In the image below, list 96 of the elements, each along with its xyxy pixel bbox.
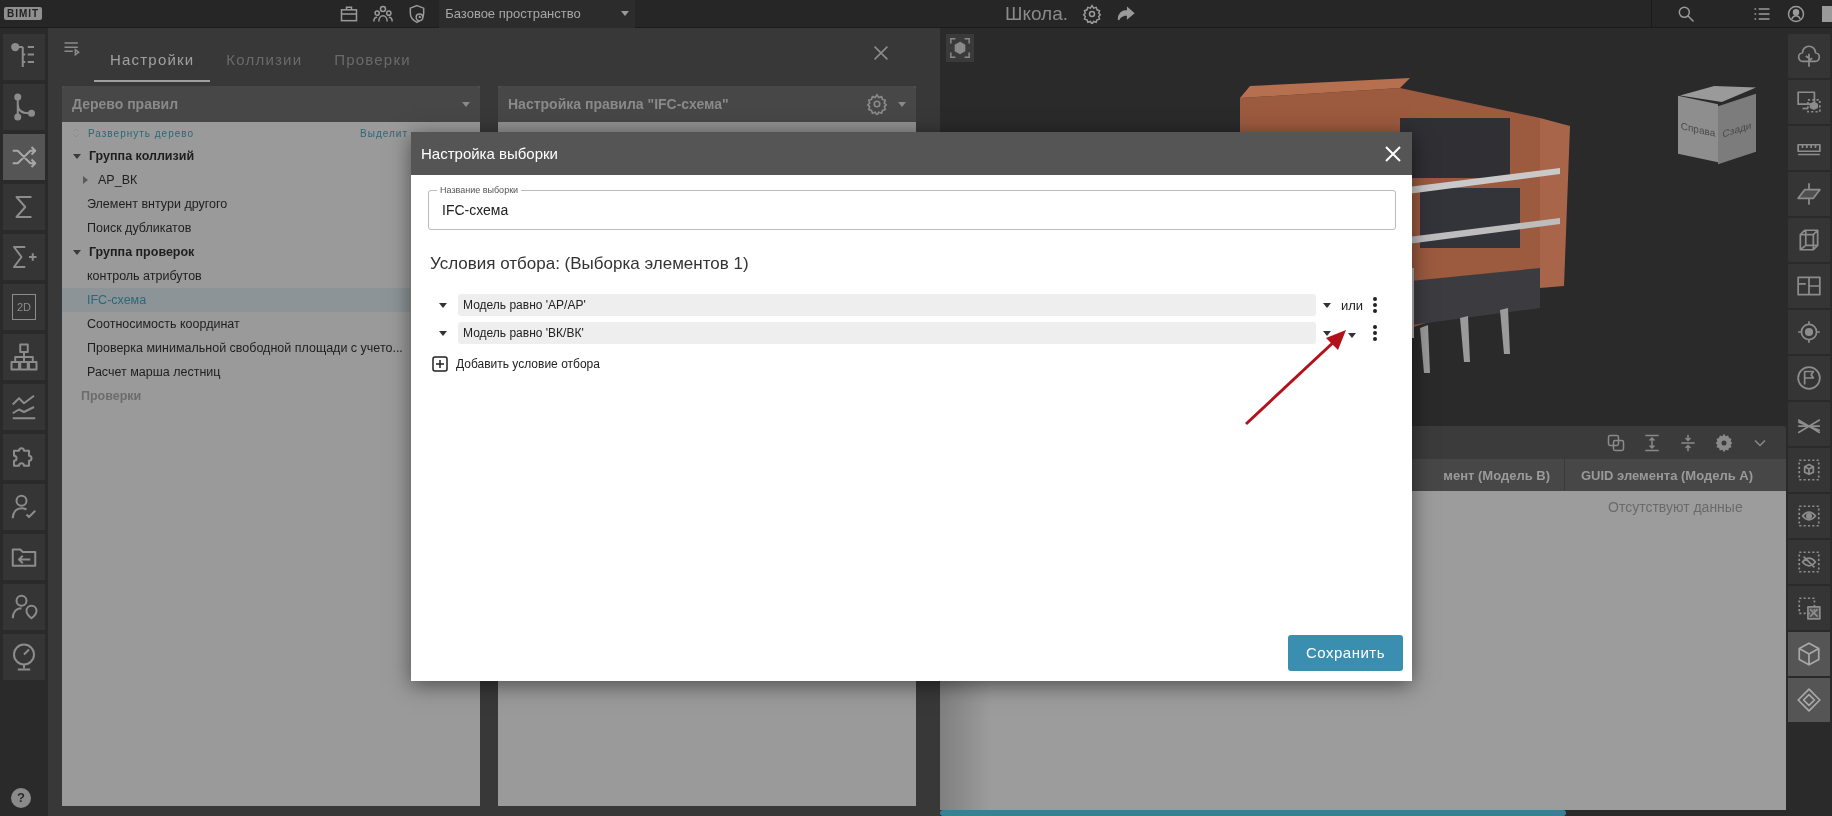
section-box-icon [1796,227,1822,253]
diamond-icon [1796,687,1822,713]
tool-button[interactable] [1788,126,1830,170]
tool-button[interactable] [3,34,45,80]
hierarchy-icon [9,342,39,372]
flag-icon [1796,365,1822,391]
cube-icon [1796,641,1822,667]
caret-icon [898,101,906,107]
tool-button[interactable] [1788,80,1830,124]
operator-dropdown[interactable]: или [1340,297,1364,313]
tree-item[interactable]: АР_ВК [62,168,410,192]
focus-button[interactable] [946,34,974,62]
dashed-eye-off-icon [1796,549,1822,575]
workspace-dropdown[interactable]: Базовое пространство [439,0,636,28]
condition-field[interactable]: Модель равно 'ВК/ВК' [458,322,1316,344]
tool-button[interactable] [1788,678,1830,722]
dialog-title: Настройка выборки [421,145,558,162]
dropdown-caret-icon [1348,332,1356,338]
tree-item[interactable]: Проверка минимальной свободной площади с учето... [62,336,410,360]
tool-button[interactable] [3,234,45,280]
tree-item[interactable]: Элемент внтури другого [62,192,410,216]
sheet-2d-icon: 2D [12,294,36,320]
dropdown-caret-icon [1323,330,1331,336]
tool-button[interactable] [1788,632,1830,676]
save-button[interactable]: Сохранить [1288,635,1403,671]
caret-icon [462,101,470,107]
tree-item[interactable]: Соотносимость координат [62,312,410,336]
caret-icon [73,153,81,159]
tree-item[interactable]: Расчет марша лестниц [62,360,410,384]
tool-button[interactable] [3,484,45,530]
section-plane-icon [1796,181,1822,207]
focus-icon [949,37,971,59]
caret-right-icon [82,176,88,184]
add-box-icon[interactable] [432,356,448,372]
panel-title: Дерево правил [72,96,179,112]
help-button[interactable]: ? [11,788,31,808]
screen-cube-icon [1796,89,1822,115]
tool-button[interactable]: 2D [3,284,45,330]
column-header: GUID элемента (Модель A) [1580,466,1753,485]
field-label: Название выборки [437,184,522,196]
tool-button[interactable] [1788,586,1830,630]
user-pin-icon [9,592,39,622]
tool-button[interactable] [1788,218,1830,262]
target-icon [1796,319,1822,345]
tree-item[interactable]: Группа коллизий [62,144,410,168]
cloud-tree-icon [1796,43,1822,69]
add-condition-link[interactable]: Добавить условие отбора [456,357,600,371]
user-sync-icon[interactable] [1786,4,1806,24]
close-icon[interactable] [1384,144,1402,163]
tool-button[interactable] [1788,356,1830,400]
tree-item[interactable]: Группа проверок [62,240,410,264]
search-icon[interactable] [1676,4,1696,24]
tool-button[interactable] [3,84,45,130]
copy-icon[interactable] [1606,432,1626,453]
caret-icon [621,11,630,16]
tab[interactable]: Настройки [94,51,211,82]
settings-icon[interactable] [1082,4,1103,24]
tool-button[interactable] [1788,34,1830,78]
more-vertical-icon[interactable] [1372,325,1378,341]
tool-button[interactable] [3,634,45,680]
cube-face-label: Справа [1678,95,1718,163]
project-title: Школа. [1005,3,1069,25]
tool-button[interactable] [1788,494,1830,538]
dashed-cube-icon [1796,457,1822,483]
tool-button[interactable] [1788,264,1830,308]
settings-icon[interactable] [1714,432,1734,453]
tool-button[interactable] [3,384,45,430]
section-heading: Условия отбора: (Выборка элементов 1) [430,254,750,274]
floorplan-icon [1796,273,1822,299]
tool-button[interactable] [3,134,45,180]
people-icon[interactable] [373,3,394,24]
collapse-rows-icon[interactable] [1678,432,1698,453]
panel-title: Настройка правила "IFC-схема" [508,96,729,112]
tree-item[interactable]: Поиск дубликатов [62,216,410,240]
settings-icon[interactable] [866,93,888,115]
tool-button[interactable] [1788,172,1830,216]
tool-button[interactable] [3,534,45,580]
tool-button[interactable] [3,584,45,630]
tool-button[interactable] [3,434,45,480]
tool-button[interactable] [1788,402,1830,446]
tool-button[interactable] [3,334,45,380]
caret-icon [73,249,81,255]
expand-caret-icon [439,330,447,336]
dashed-close-icon [1796,595,1822,621]
tool-button[interactable] [1788,448,1830,492]
expand-rows-icon[interactable] [1642,432,1662,453]
dashed-eye-icon [1796,503,1822,529]
expand-caret-icon [439,302,447,308]
more-vertical-icon[interactable] [1372,297,1378,313]
tool-button[interactable] [3,184,45,230]
tree-item[interactable]: контроль атрибутов [62,264,410,288]
condition-field[interactable]: Модель равно 'АР/АР' [458,294,1316,316]
app-logo: BIMIT [4,7,43,20]
tool-button[interactable] [1788,540,1830,584]
tool-button[interactable] [1788,310,1830,354]
scrollbar-thumb[interactable] [940,810,1567,816]
